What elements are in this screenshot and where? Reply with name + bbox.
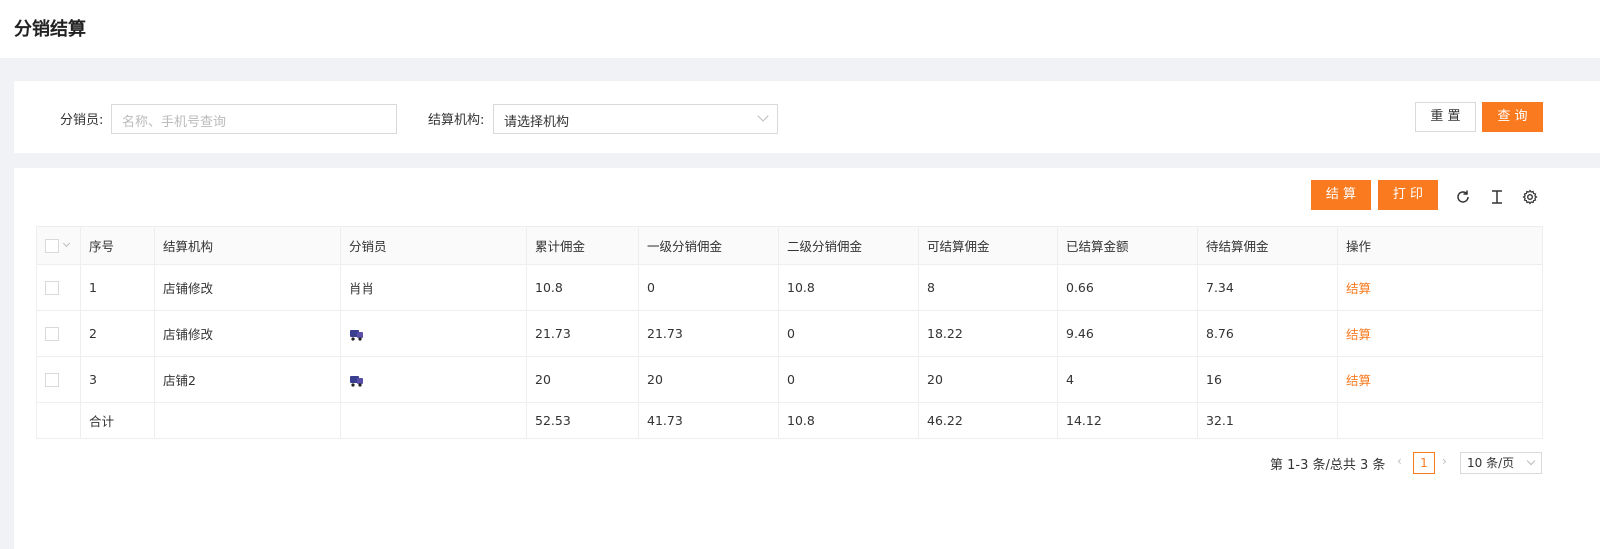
table-row: 3 店铺2 20 20 0 20 4 16 结算 [36, 356, 1543, 403]
cell-level2: 0 [778, 310, 919, 357]
distributor-search-placeholder: 名称、手机号查询 [122, 115, 227, 130]
distributor-label: 分销员: [60, 113, 104, 128]
row-select-cell [36, 264, 81, 311]
column-header-pending: 待结算佣金 [1197, 226, 1338, 265]
column-height-icon[interactable] [1488, 188, 1506, 206]
cell-org: 店铺修改 [154, 264, 341, 311]
cell-total: 10.8 [526, 264, 639, 311]
cell-pending: 16 [1197, 356, 1338, 403]
settle-link[interactable]: 结算 [1346, 281, 1371, 296]
org-select-placeholder: 请选择机构 [504, 115, 570, 130]
search-panel: 分销员: 名称、手机号查询 结算机构: 请选择机构 重 置 查 询 [14, 81, 1600, 153]
row-select-cell [36, 356, 81, 403]
table-row: 2 店铺修改 21.73 21.73 0 18.22 9.46 8.76 结算 [36, 310, 1543, 357]
summary-level2: 10.8 [778, 402, 919, 439]
cell-distributor [340, 356, 527, 403]
summary-row: 合计 52.53 41.73 10.8 46.22 14.12 32.1 [36, 402, 1543, 439]
cell-level1: 0 [638, 264, 779, 311]
page-header: 分销结算 [0, 0, 1600, 58]
column-header-level2: 二级分销佣金 [778, 226, 919, 265]
cell-pending: 8.76 [1197, 310, 1338, 357]
select-all-cell [36, 226, 81, 265]
summary-total: 52.53 [526, 402, 639, 439]
summary-settled: 14.12 [1057, 402, 1198, 439]
settings-icon[interactable] [1521, 188, 1539, 206]
cell-settleable: 20 [918, 356, 1058, 403]
row-checkbox[interactable] [45, 281, 59, 296]
settle-button[interactable]: 结 算 [1311, 180, 1371, 210]
row-select-cell [36, 310, 81, 357]
print-button[interactable]: 打 印 [1378, 180, 1438, 210]
column-header-org: 结算机构 [154, 226, 341, 265]
summary-pending: 32.1 [1197, 402, 1338, 439]
table-row: 1 店铺修改 肖肖 10.8 0 10.8 8 0.66 7.34 结算 [36, 264, 1543, 311]
chevron-down-icon [1526, 456, 1536, 466]
table-header-row: 序号 结算机构 分销员 累计佣金 一级分销佣金 二级分销佣金 可结算佣金 已结算… [36, 226, 1543, 265]
summary-level1: 41.73 [638, 402, 779, 439]
settle-link[interactable]: 结算 [1346, 373, 1371, 388]
column-header-index: 序号 [80, 226, 155, 265]
refresh-icon[interactable] [1454, 188, 1472, 206]
cell-settleable: 18.22 [918, 310, 1058, 357]
row-checkbox[interactable] [45, 327, 59, 342]
page-size-select[interactable]: 10 条/页 [1460, 452, 1542, 474]
column-header-total: 累计佣金 [526, 226, 639, 265]
cell-action: 结算 [1337, 310, 1543, 357]
cell-org: 店铺修改 [154, 310, 341, 357]
cell-level2: 10.8 [778, 264, 919, 311]
cell-level1: 21.73 [638, 310, 779, 357]
page-1-button[interactable]: 1 [1413, 452, 1435, 474]
cell-settleable: 8 [918, 264, 1058, 311]
summary-label: 合计 [80, 402, 155, 439]
cell-total: 20 [526, 356, 639, 403]
summary-settleable: 46.22 [918, 402, 1058, 439]
distributor-avatar-icon [349, 328, 365, 341]
distributor-search-input[interactable]: 名称、手机号查询 [111, 104, 397, 134]
org-label: 结算机构: [428, 113, 485, 128]
cell-action: 结算 [1337, 356, 1543, 403]
summary-empty-cell [1337, 402, 1543, 439]
query-button[interactable]: 查 询 [1482, 102, 1543, 132]
summary-empty-cell [340, 402, 527, 439]
table-panel: 结 算 打 印 序号 结算机构 分销员 累计佣金 一级分销佣金 二级分销佣金 可… [14, 168, 1600, 549]
page-title: 分销结算 [14, 19, 86, 40]
cell-action: 结算 [1337, 264, 1543, 311]
page-size-value: 10 条/页 [1467, 456, 1515, 470]
cell-distributor: 肖肖 [340, 264, 527, 311]
reset-button[interactable]: 重 置 [1415, 102, 1476, 132]
org-select[interactable]: 请选择机构 [493, 104, 778, 134]
row-checkbox[interactable] [45, 373, 59, 388]
cell-level1: 20 [638, 356, 779, 403]
column-header-level1: 一级分销佣金 [638, 226, 779, 265]
settlement-table: 序号 结算机构 分销员 累计佣金 一级分销佣金 二级分销佣金 可结算佣金 已结算… [36, 226, 1543, 439]
cell-settled: 9.46 [1057, 310, 1198, 357]
select-all-checkbox[interactable] [45, 239, 59, 254]
cell-settled: 4 [1057, 356, 1198, 403]
distributor-avatar-icon [349, 374, 365, 387]
pagination-info: 第 1-3 条/总共 3 条 [1270, 458, 1386, 473]
chevron-down-icon [757, 110, 769, 122]
cell-pending: 7.34 [1197, 264, 1338, 311]
column-header-settleable: 可结算佣金 [918, 226, 1058, 265]
prev-page-icon[interactable]: ‹ [1397, 454, 1402, 468]
summary-empty-cell [36, 402, 81, 439]
next-page-icon[interactable]: › [1442, 454, 1447, 468]
chevron-down-icon[interactable] [62, 239, 71, 247]
cell-index: 1 [80, 264, 155, 311]
cell-level2: 0 [778, 356, 919, 403]
cell-total: 21.73 [526, 310, 639, 357]
cell-settled: 0.66 [1057, 264, 1198, 311]
cell-distributor [340, 310, 527, 357]
summary-empty-cell [154, 402, 341, 439]
cell-index: 3 [80, 356, 155, 403]
cell-index: 2 [80, 310, 155, 357]
settle-link[interactable]: 结算 [1346, 327, 1371, 342]
column-header-action: 操作 [1337, 226, 1543, 265]
column-header-distributor: 分销员 [340, 226, 527, 265]
column-header-settled: 已结算金额 [1057, 226, 1198, 265]
cell-org: 店铺2 [154, 356, 341, 403]
